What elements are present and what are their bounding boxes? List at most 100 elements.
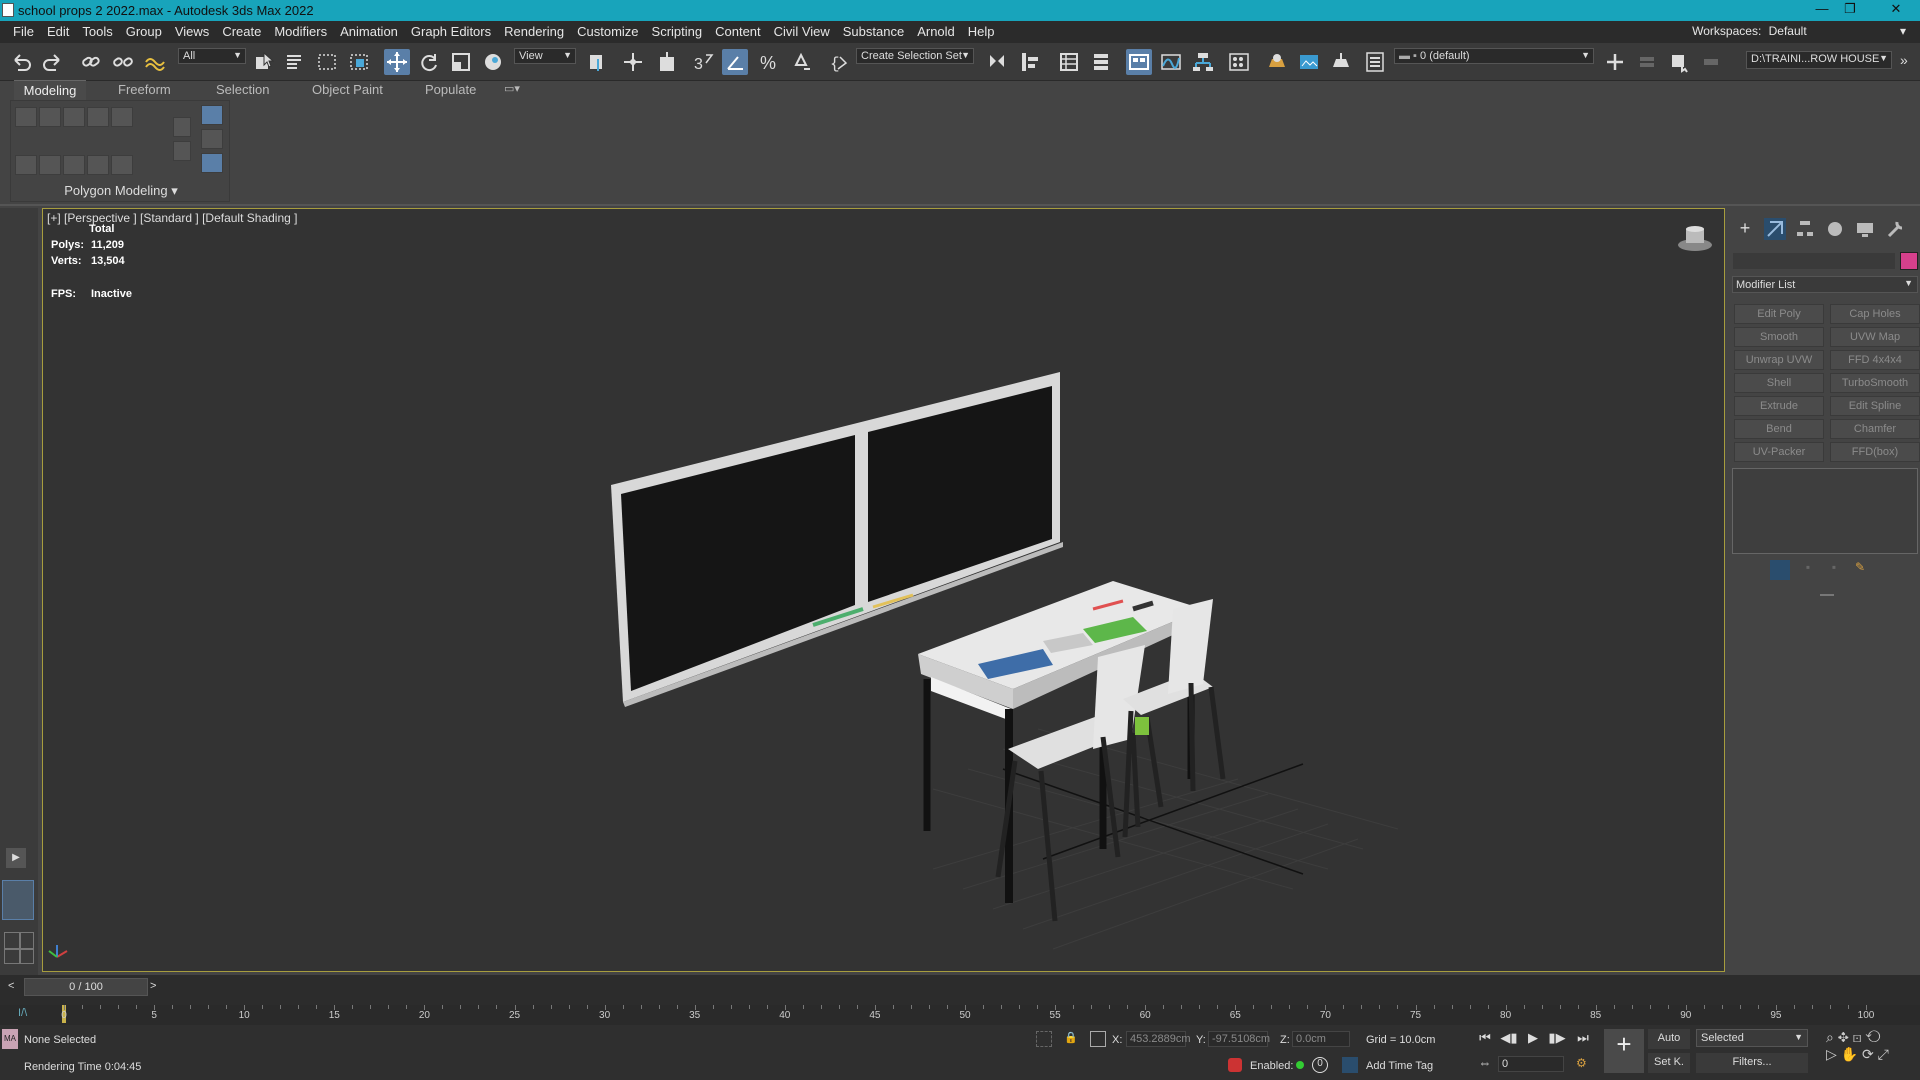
prev-frame-button[interactable]: <	[8, 980, 22, 998]
mirror-icon[interactable]	[984, 49, 1010, 75]
timer-icon[interactable]: 0	[1312, 1057, 1328, 1073]
object-color-swatch[interactable]	[1900, 252, 1918, 270]
modifier-button-edit-poly[interactable]: Edit Poly	[1734, 304, 1824, 324]
single-viewport-layout-icon[interactable]	[2, 880, 34, 920]
window-crossing-icon[interactable]	[346, 49, 372, 75]
lock-selection-icon[interactable]: 🔒	[1064, 1031, 1078, 1047]
go-to-end-icon[interactable]: ⏭	[1572, 1030, 1594, 1050]
z-coordinate-field[interactable]: 0.0cm	[1292, 1031, 1350, 1047]
expand-layout-icon[interactable]: ▶	[6, 848, 26, 868]
menu-create[interactable]: Create	[215, 21, 267, 43]
create-tab-icon[interactable]: +	[1734, 218, 1756, 240]
menu-substance[interactable]: Substance	[836, 21, 910, 43]
layer-dropdown[interactable]: ▬ ▪ 0 (default) ▼	[1394, 48, 1594, 64]
move-icon[interactable]	[384, 49, 410, 75]
named-selection-dropdown[interactable]: Create Selection Set ▼	[856, 48, 974, 64]
menu-edit[interactable]: Edit	[40, 21, 75, 43]
curve-editor-icon[interactable]	[1158, 49, 1184, 75]
perspective-viewport[interactable]: [+] [Perspective ] [Standard ] [Default …	[42, 208, 1725, 972]
ribbon-options-icon[interactable]: ▭▾	[504, 80, 520, 100]
set-key-button[interactable]: Set K.	[1648, 1053, 1690, 1073]
menu-content[interactable]: Content	[708, 21, 767, 43]
modifier-button-unwrap-uvw[interactable]: Unwrap UVW	[1734, 350, 1824, 370]
modifier-button-edit-spline[interactable]: Edit Spline	[1830, 396, 1920, 416]
menu-graph-editors[interactable]: Graph Editors	[404, 21, 497, 43]
close-button[interactable]: ✕	[1886, 1, 1906, 19]
menu-civil-view[interactable]: Civil View	[767, 21, 836, 43]
link-icon[interactable]	[78, 49, 104, 75]
quad-viewport-layout-icon[interactable]	[4, 932, 34, 964]
ribbon-tool-icon[interactable]	[173, 141, 191, 161]
modifier-button-shell[interactable]: Shell	[1734, 373, 1824, 393]
ribbon-tool-icon[interactable]	[173, 117, 191, 137]
ribbon-tool-icon[interactable]	[87, 107, 109, 127]
workspace-selector[interactable]: Workspaces: Default ▾	[1692, 24, 1906, 38]
placement-icon[interactable]	[480, 49, 506, 75]
maxscript-listener-button[interactable]: MA	[2, 1029, 18, 1049]
ribbon-tool-icon[interactable]	[63, 107, 85, 127]
render-setup-icon[interactable]	[1264, 49, 1290, 75]
tab-freeform[interactable]: Freeform	[118, 80, 171, 100]
frame-slider[interactable]: 0 / 100	[24, 978, 148, 996]
reference-coordinate-dropdown[interactable]: View ▼	[514, 48, 576, 64]
polygon-modeling-dropdown[interactable]: Polygon Modeling ▾	[11, 183, 231, 199]
keyboard-shortcut-override-icon[interactable]	[654, 49, 680, 75]
toggle-ribbon-icon[interactable]	[1126, 49, 1152, 75]
motion-tab-icon[interactable]	[1824, 218, 1846, 240]
time-configuration-icon[interactable]: ⚙	[1576, 1056, 1592, 1072]
modifier-button-cap-holes[interactable]: Cap Holes	[1830, 304, 1920, 324]
hierarchy-tab-icon[interactable]	[1794, 218, 1816, 240]
isolate-icon[interactable]	[1036, 1031, 1052, 1047]
select-object-icon[interactable]	[250, 49, 276, 75]
spinner-snap-icon[interactable]	[788, 49, 814, 75]
key-filter-dropdown[interactable]: Selected ▼	[1696, 1029, 1808, 1047]
pin-stack-icon[interactable]	[1770, 560, 1790, 580]
edit-named-selections-icon[interactable]: {	[826, 49, 852, 75]
layer-explorer-icon[interactable]	[1088, 49, 1114, 75]
menu-scripting[interactable]: Scripting	[645, 21, 709, 43]
bind-space-warp-icon[interactable]	[142, 49, 168, 75]
modifier-button-smooth[interactable]: Smooth	[1734, 327, 1824, 347]
modifier-button-chamfer[interactable]: Chamfer	[1830, 419, 1920, 439]
current-frame-field[interactable]: 0	[1498, 1056, 1564, 1072]
render-production-icon[interactable]	[1328, 49, 1354, 75]
viewcube-icon[interactable]	[1676, 225, 1714, 253]
menu-modifiers[interactable]: Modifiers	[267, 21, 333, 43]
x-coordinate-field[interactable]: 453.2889cm	[1126, 1031, 1191, 1047]
time-tag-icon[interactable]	[1342, 1057, 1358, 1073]
menu-views[interactable]: Views	[168, 21, 215, 43]
undo-icon[interactable]	[8, 49, 34, 75]
play-icon[interactable]: ▶	[1522, 1030, 1544, 1050]
tab-object-paint[interactable]: Object Paint	[312, 80, 383, 100]
add-time-tag[interactable]: Add Time Tag	[1366, 1060, 1433, 1072]
previous-frame-icon[interactable]: ◀▮	[1498, 1030, 1520, 1050]
menu-tools[interactable]: Tools	[75, 21, 118, 43]
modifier-button-uvw-map[interactable]: UVW Map	[1830, 327, 1920, 347]
angle-snap-icon[interactable]	[722, 49, 748, 75]
tab-modeling[interactable]: Modeling	[14, 80, 86, 100]
configure-modifier-sets-icon[interactable]: ✎	[1850, 560, 1870, 580]
set-key-icon[interactable]: +	[1604, 1029, 1644, 1073]
align-icon[interactable]	[1016, 49, 1042, 75]
snaps-toggle-icon[interactable]: 3	[690, 49, 716, 75]
track-bar[interactable]: I/\ 0 5 10 15 20 25 30 35 40 45 50 55 60 65 70 75 80 85 90…	[0, 1005, 1920, 1025]
next-frame-button[interactable]: >	[150, 980, 164, 998]
modifier-button-uv-packer[interactable]: UV-Packer	[1734, 442, 1824, 462]
selection-filter-dropdown[interactable]: All ▼	[178, 48, 246, 64]
modifier-button-ffd-4x4x4[interactable]: FFD 4x4x4	[1830, 350, 1920, 370]
rect-selection-region-icon[interactable]	[314, 49, 340, 75]
remove-modifier-icon[interactable]: ▪	[1824, 560, 1844, 580]
workspace-dropdown[interactable]: Default	[1769, 24, 1897, 38]
select-manipulate-icon[interactable]	[620, 49, 646, 75]
rotate-icon[interactable]	[416, 49, 442, 75]
add-layer-icon[interactable]	[1602, 49, 1628, 75]
go-to-start-icon[interactable]: ⏮	[1474, 1030, 1496, 1050]
ribbon-tool-icon[interactable]	[39, 155, 61, 175]
viewport-navigation-controls[interactable]: ⌕ ✥ ⊡ ⟲ ▷ ✋ ⟳ ⤢	[1826, 1029, 1916, 1075]
tab-populate[interactable]: Populate	[425, 80, 476, 100]
modifier-button-turbosmooth[interactable]: TurboSmooth	[1830, 373, 1920, 393]
scene-explorer-icon[interactable]	[1056, 49, 1082, 75]
manage-layers-icon[interactable]	[1362, 49, 1388, 75]
ribbon-tool-icon[interactable]	[201, 105, 223, 125]
menu-customize[interactable]: Customize	[570, 21, 644, 43]
